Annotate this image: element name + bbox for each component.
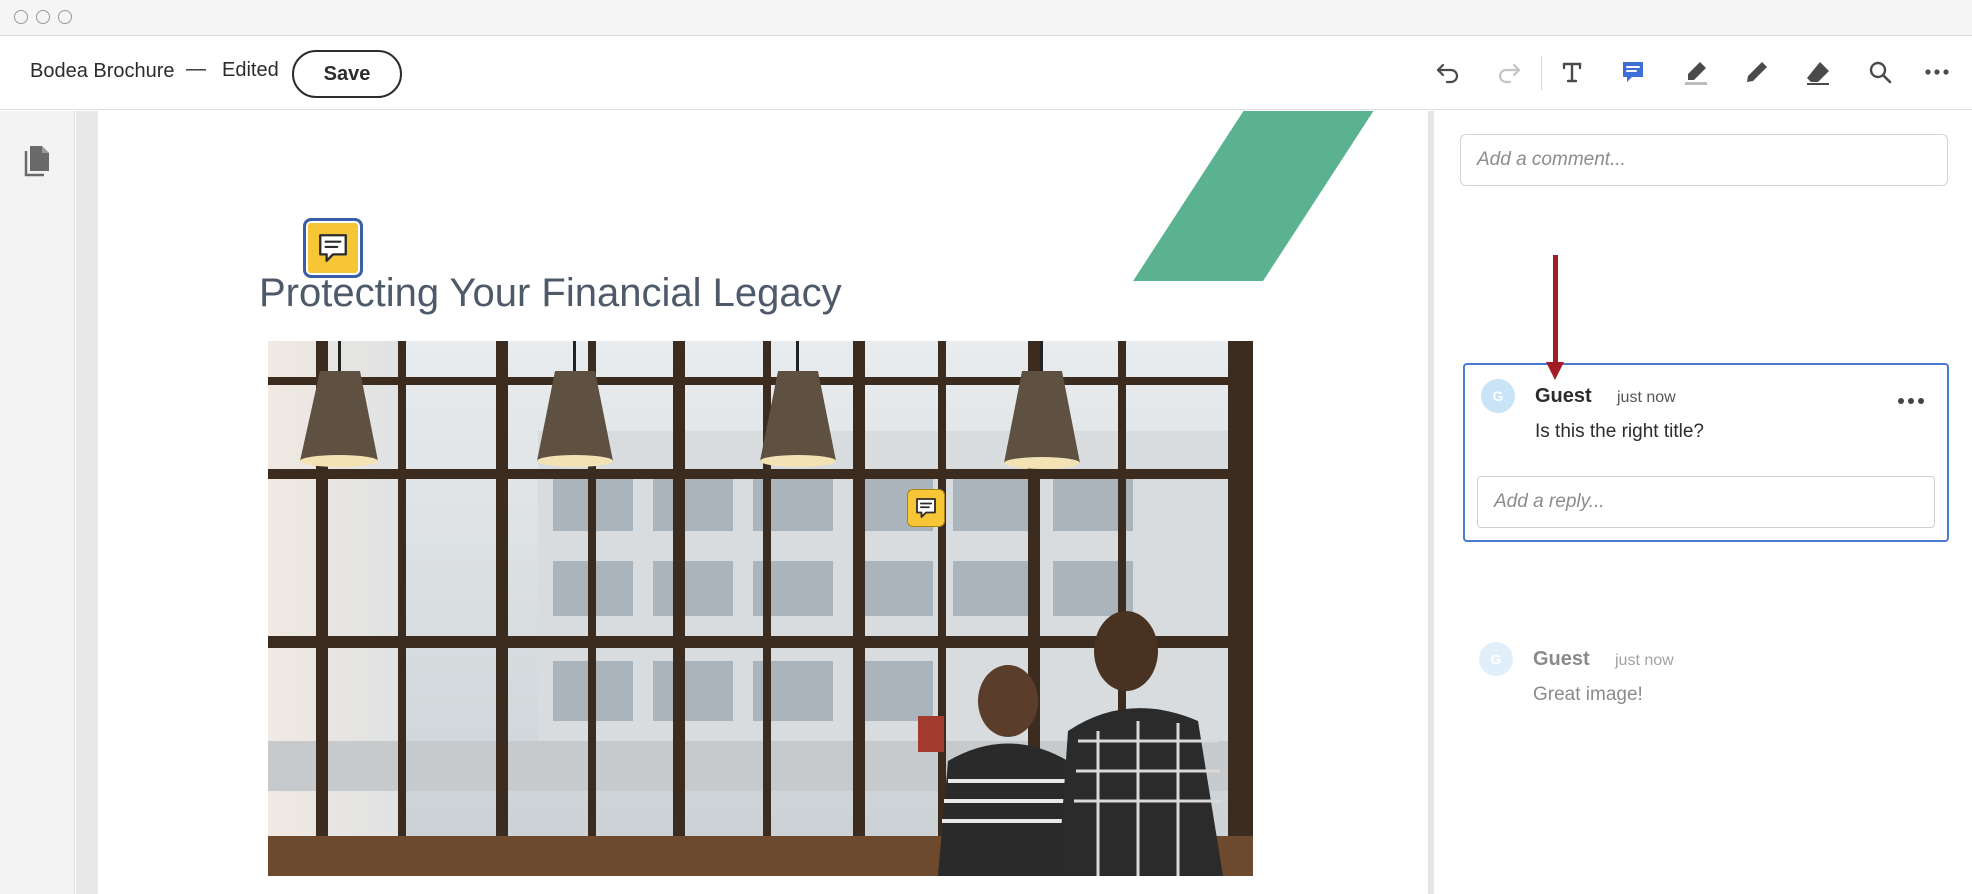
- toolbar-divider: [1541, 56, 1542, 90]
- top-toolbar: Bodea Brochure — Edited Save: [0, 36, 1972, 110]
- decorative-stripe-area: [98, 111, 1428, 281]
- green-accent-stripe: [1074, 111, 1428, 281]
- window-titlebar: [0, 0, 1972, 36]
- save-button[interactable]: Save: [292, 50, 402, 98]
- avatar: G: [1479, 642, 1513, 676]
- add-text-button[interactable]: [1552, 52, 1592, 92]
- undo-button[interactable]: [1428, 52, 1468, 92]
- undo-icon: [1436, 63, 1459, 84]
- comment-author: Guest: [1535, 385, 1592, 407]
- comment-author: Guest: [1533, 648, 1590, 670]
- comment-note-marker[interactable]: [907, 489, 945, 527]
- comment-time: just now: [1617, 389, 1676, 406]
- title-separator: —: [186, 58, 206, 80]
- dot: [1918, 398, 1924, 404]
- dot: [1898, 398, 1904, 404]
- comment-card-selected[interactable]: G Guest just now Is this the right title…: [1463, 363, 1949, 542]
- reply-input[interactable]: Add a reply...: [1477, 476, 1935, 528]
- redo-button[interactable]: [1489, 52, 1529, 92]
- dot: [1908, 398, 1914, 404]
- comment-text: Great image!: [1533, 684, 1643, 705]
- office-photo: [268, 341, 1253, 876]
- redo-icon: [1498, 63, 1521, 84]
- comment-text: Is this the right title?: [1535, 421, 1704, 442]
- add-comment-input[interactable]: Add a comment...: [1460, 134, 1948, 186]
- highlight-icon: [1685, 62, 1707, 85]
- comment-card[interactable]: G Guest just now Great image!: [1463, 636, 1949, 736]
- page-gutter: [76, 111, 98, 894]
- search-icon: [1869, 61, 1892, 84]
- document-heading: Protecting Your Financial Legacy: [259, 271, 842, 315]
- comments-panel: Add a comment... G Guest just now Is thi…: [1434, 111, 1972, 894]
- annotation-arrow-head: [1546, 362, 1564, 380]
- comment-tool-button[interactable]: [1613, 52, 1653, 92]
- close-window-button[interactable]: [14, 10, 28, 24]
- draw-pencil-icon: [1747, 62, 1767, 82]
- document-page: Protecting Your Financial Legacy: [98, 111, 1428, 894]
- more-options-button[interactable]: [1917, 52, 1957, 92]
- more-options-icon: [1925, 69, 1949, 75]
- zoom-window-button[interactable]: [58, 10, 72, 24]
- comment-note-marker-selected[interactable]: [303, 218, 363, 278]
- comment-note-icon: [319, 234, 347, 262]
- office-window-image: [268, 341, 1253, 876]
- document-name: Bodea Brochure: [30, 60, 175, 82]
- document-status: Edited: [222, 59, 279, 81]
- search-button[interactable]: [1860, 52, 1900, 92]
- avatar: G: [1481, 379, 1515, 413]
- comment-more-button[interactable]: [1891, 389, 1931, 413]
- left-rail: [0, 111, 75, 894]
- eraser-icon: [1807, 62, 1829, 85]
- highlight-button[interactable]: [1676, 52, 1716, 92]
- add-text-icon: [1562, 62, 1582, 83]
- document-pages-icon: [24, 146, 49, 177]
- comment-time: just now: [1615, 652, 1674, 669]
- minimize-window-button[interactable]: [36, 10, 50, 24]
- comment-icon: [1623, 62, 1643, 82]
- annotation-arrow-shaft: [1553, 255, 1558, 373]
- draw-button[interactable]: [1737, 52, 1777, 92]
- comment-note-icon: [916, 498, 936, 518]
- eraser-button[interactable]: [1798, 52, 1838, 92]
- page-thumbnails-button[interactable]: [22, 143, 52, 177]
